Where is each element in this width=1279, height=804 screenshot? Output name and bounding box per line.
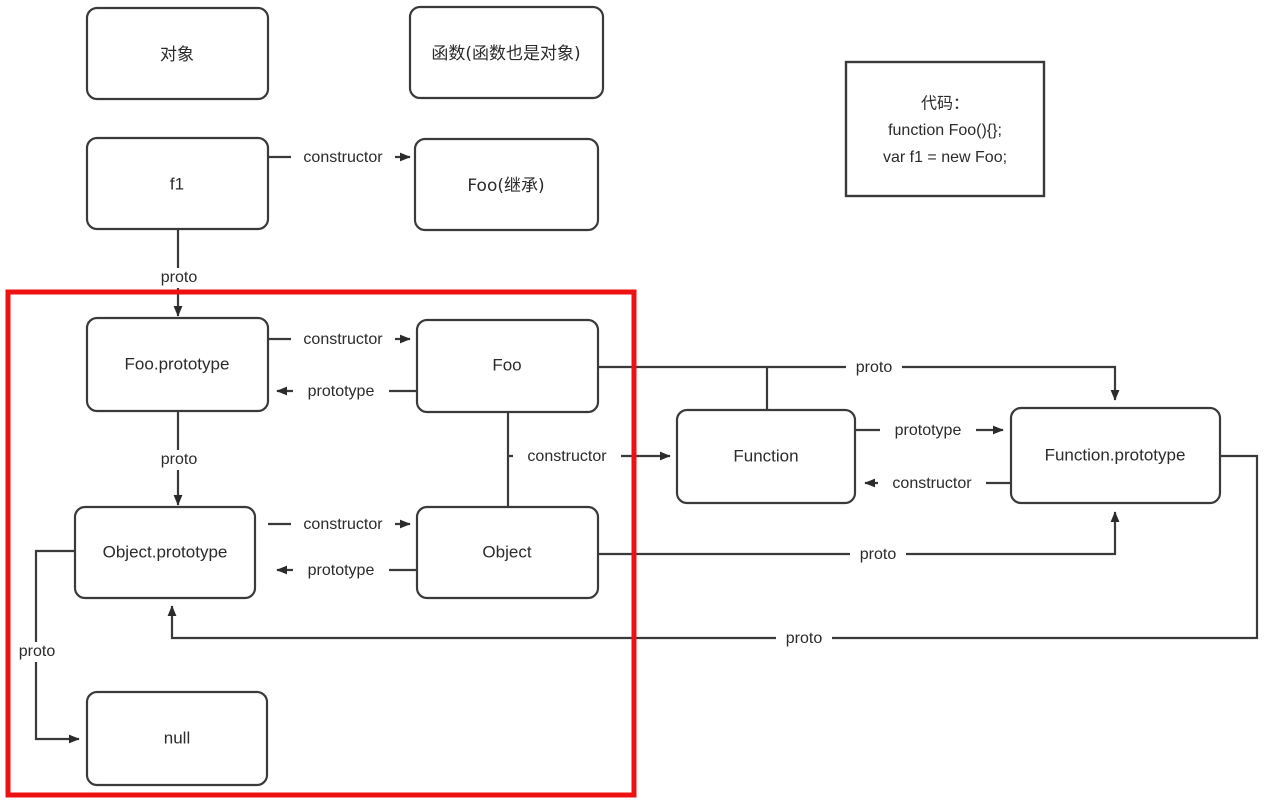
edge-objproto-to-object: constructor — [268, 514, 411, 534]
edge-f1-to-foo-prototype: proto — [152, 228, 204, 317]
code-box: 代码： function Foo(){}; var f1 = new Foo; — [844, 60, 1046, 198]
node-label-function-prototype: Function.prototype — [1045, 445, 1186, 464]
edge-f1-to-foo-inherit: constructor — [268, 147, 411, 167]
edge-object-to-funcproto: proto — [598, 511, 1120, 564]
edge-label-objproto-null-proto: proto — [19, 643, 56, 660]
edge-foo-to-funcproto: proto — [598, 357, 1120, 410]
edge-label-foo-proto: proto — [856, 359, 893, 376]
edge-label-funcproto-proto: proto — [786, 630, 823, 647]
edge-label-f1-proto: proto — [161, 269, 198, 286]
edge-label-fooproto-constructor: constructor — [303, 331, 383, 348]
code-box-line-3: var f1 = new Foo; — [883, 149, 1007, 166]
edge-fooproto-to-foo: constructor — [268, 329, 411, 349]
edge-fooproto-to-objproto: proto — [152, 411, 204, 506]
edge-function-to-funcproto: prototype — [855, 420, 1004, 440]
edge-label-foo-constructor: constructor — [527, 448, 607, 465]
node-f1: f1 — [85, 136, 270, 231]
edge-label-funcproto-constructor: constructor — [892, 475, 972, 492]
edge-label-object-proto: proto — [860, 546, 897, 563]
edge-label-f1-constructor: constructor — [303, 149, 383, 166]
edge-objproto-to-null: proto — [10, 549, 80, 744]
node-label-object-group: 对象 — [160, 45, 194, 65]
diagram-canvas: constructor proto constructor prototype … — [5, 5, 1259, 798]
node-foo-prototype: Foo.prototype — [85, 316, 270, 413]
node-null: null — [85, 690, 269, 787]
node-function: Function — [675, 408, 857, 505]
prototype-chain-diagram: constructor proto constructor prototype … — [0, 0, 1279, 804]
edge-foo-to-fooproto: prototype — [276, 381, 417, 401]
node-label-object: Object — [482, 542, 531, 561]
node-label-function: Function — [733, 446, 798, 465]
edge-label-objproto-constructor: constructor — [303, 516, 383, 533]
node-function-group: 函数(函数也是对象) — [408, 5, 605, 100]
edge-label-fooproto-proto: proto — [161, 451, 198, 468]
node-label-foo-prototype: Foo.prototype — [125, 354, 230, 373]
edge-object-to-objproto: prototype — [276, 560, 417, 580]
node-label-foo: Foo — [492, 355, 521, 374]
node-label-function-group: 函数(函数也是对象) — [431, 44, 580, 64]
node-label-object-prototype: Object.prototype — [103, 542, 228, 561]
edge-funcproto-to-function: constructor — [864, 473, 1011, 493]
node-label-f1: f1 — [170, 174, 184, 193]
node-label-null: null — [164, 728, 190, 747]
node-foo-inherit: Foo(继承) — [413, 137, 600, 232]
edge-label-object-prototype: prototype — [308, 562, 375, 579]
node-label-foo-inherit: Foo(继承) — [467, 176, 544, 196]
node-foo: Foo — [415, 318, 600, 414]
node-object-group: 对象 — [85, 6, 270, 101]
edge-label-function-prototype: prototype — [895, 422, 962, 439]
code-box-line-1: 代码： — [921, 94, 969, 113]
node-object-prototype: Object.prototype — [73, 505, 257, 600]
edge-foo-to-function: constructor — [506, 412, 671, 507]
code-box-line-2: function Foo(){}; — [888, 122, 1002, 139]
node-function-prototype: Function.prototype — [1009, 406, 1222, 505]
edge-label-foo-prototype: prototype — [308, 383, 375, 400]
node-object: Object — [415, 505, 600, 600]
